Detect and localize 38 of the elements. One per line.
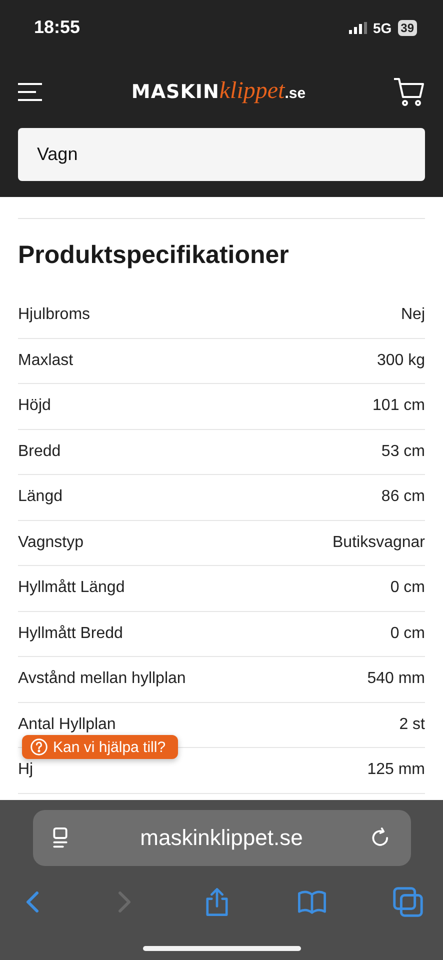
network-label: 5G: [372, 20, 392, 36]
spec-label: Vagnstyp: [18, 534, 84, 552]
spec-label: Bredd: [18, 442, 61, 461]
spec-value: 300 kg: [376, 352, 425, 370]
spec-label: Avstånd mellan hyllplan: [18, 670, 186, 688]
tabs-icon: [391, 885, 425, 919]
url-text: maskinklippet.se: [140, 825, 303, 851]
section-title: Produktspecifikationer: [18, 241, 290, 270]
spec-label: Hj: [18, 761, 34, 780]
address-bar[interactable]: maskinklippet.se: [32, 810, 410, 866]
spec-value: 101 cm: [372, 397, 425, 416]
spec-label: Antal Hyllplan: [18, 716, 116, 734]
spec-value: 53 cm: [381, 442, 425, 461]
cart-icon: [392, 76, 425, 106]
spec-value: 540 mm: [367, 670, 425, 688]
menu-button[interactable]: [18, 82, 44, 102]
spec-value: 0 cm: [390, 624, 425, 643]
spec-label: Hyllmått Längd: [18, 579, 125, 598]
spec-label: Hyllmått Bredd: [18, 624, 123, 643]
spec-value: 125 mm: [367, 761, 425, 780]
spec-value: 0 cm: [390, 579, 425, 598]
search-field[interactable]: Vagn: [18, 128, 425, 181]
battery-level: 39: [398, 20, 417, 36]
site-logo[interactable]: MASKINklippet.se: [131, 78, 306, 105]
spec-value: 2 st: [399, 716, 425, 734]
spec-label: Höjd: [18, 397, 51, 416]
status-time: 18:55: [34, 17, 80, 38]
spec-value: 86 cm: [381, 488, 425, 506]
spec-label: Maxlast: [18, 352, 74, 370]
tabs-button[interactable]: [391, 885, 425, 919]
spec-label: Längd: [18, 488, 62, 506]
spec-label: Hjulbroms: [18, 306, 90, 324]
cart-button[interactable]: [392, 76, 425, 106]
help-icon: [30, 738, 48, 756]
menu-icon: [18, 82, 44, 102]
signal-icon: [348, 22, 367, 34]
spec-value: Nej: [400, 306, 425, 324]
spec-value: Butiksvagnar: [332, 534, 425, 552]
